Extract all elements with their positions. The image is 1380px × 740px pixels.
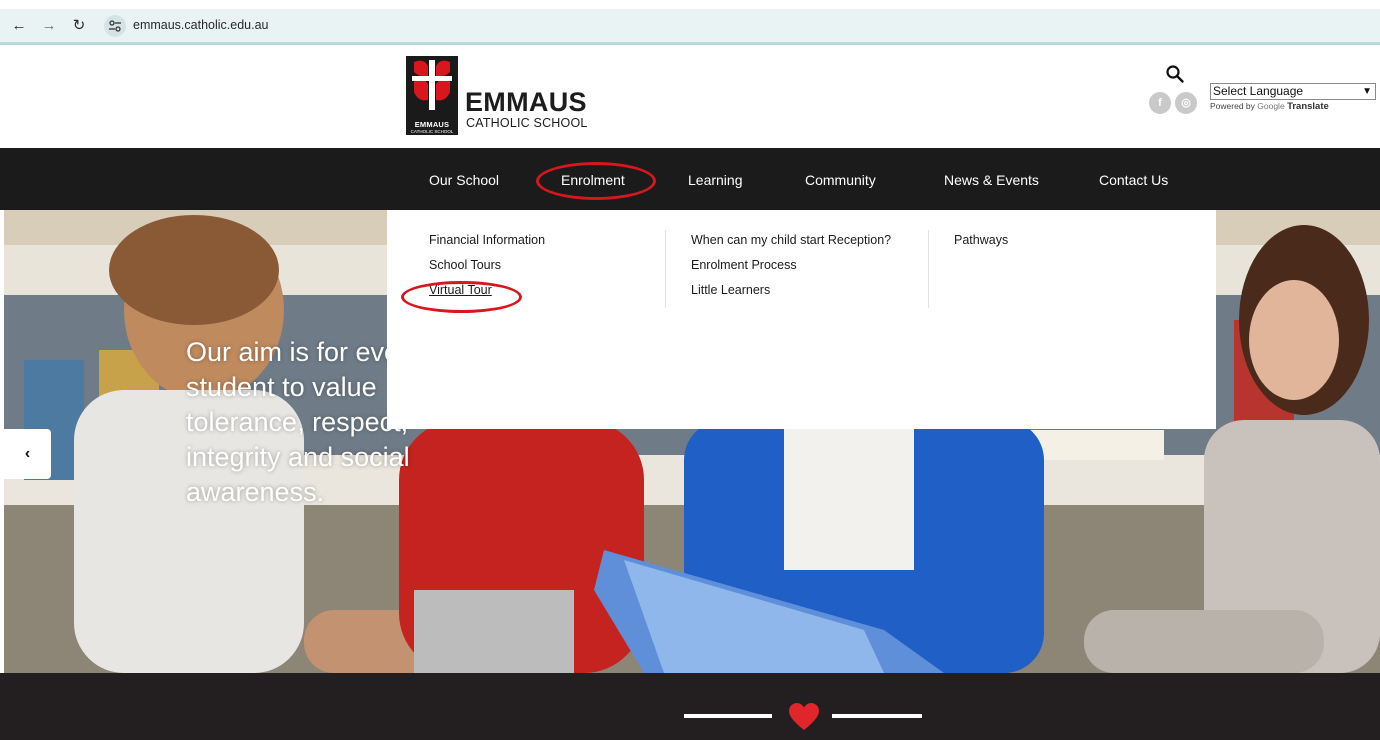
language-select-value: Select Language [1213,84,1304,98]
crest-label: EMMAUS [414,120,450,129]
link-pathways[interactable]: Pathways [954,228,1008,253]
powered-by-google-translate[interactable]: Powered by Google Translate [1210,101,1329,112]
link-little-learners[interactable]: Little Learners [691,278,891,303]
link-financial-information[interactable]: Financial Information [429,228,545,253]
google-wordmark: Google [1257,101,1285,111]
dropdown-column-3: Pathways [954,228,1008,253]
section-divider-band [0,673,1380,740]
nav-community[interactable]: Community [805,172,876,188]
main-navigation: Our School Enrolment Learning Community … [0,148,1380,210]
translate-label: Translate [1287,101,1329,112]
nav-contact-us[interactable]: Contact Us [1099,172,1168,188]
search-icon[interactable] [1165,64,1185,84]
instagram-icon[interactable]: ◎ [1175,92,1197,114]
divider-line-right [832,714,922,718]
reload-icon[interactable]: ↻ [71,17,87,35]
highlight-circle-virtual-tour [401,281,522,313]
forward-arrow-icon[interactable]: → [41,17,57,35]
site-settings-icon[interactable] [104,15,126,37]
school-name[interactable]: EMMAUS [465,87,587,118]
enrolment-dropdown-menu: Financial Information School Tours Virtu… [387,210,1216,429]
link-enrolment-process[interactable]: Enrolment Process [691,253,891,278]
highlight-circle-enrolment [536,162,656,200]
nav-learning[interactable]: Learning [688,172,743,188]
facebook-icon[interactable]: f [1149,92,1171,114]
language-select[interactable]: Select Language ▼ [1210,83,1376,100]
link-school-tours[interactable]: School Tours [429,253,545,278]
school-subtitle: CATHOLIC SCHOOL [466,116,588,130]
dropdown-divider [928,230,929,308]
browser-toolbar: ← → ↻ emmaus.catholic.edu.au [0,0,1380,46]
chevron-down-icon: ▼ [1362,86,1372,97]
powered-by-label: Powered by [1210,101,1255,111]
back-arrow-icon[interactable]: ← [11,17,27,35]
link-reception-start[interactable]: When can my child start Reception? [691,228,891,253]
divider-line-left [684,714,772,718]
crest-cross-icon [412,60,452,110]
url-field[interactable]: emmaus.catholic.edu.au [133,18,269,32]
crest-sublabel: CATHOLIC SCHOOL [410,129,454,134]
school-crest-logo[interactable]: EMMAUS CATHOLIC SCHOOL [406,56,458,135]
nav-news-events[interactable]: News & Events [944,172,1039,188]
nav-our-school[interactable]: Our School [429,172,499,188]
dropdown-column-2: When can my child start Reception? Enrol… [691,228,891,303]
heart-icon [789,703,819,730]
slider-prev-button[interactable]: ‹ [4,429,51,479]
dropdown-divider [665,230,666,308]
site-header: EMMAUS CATHOLIC SCHOOL EMMAUS CATHOLIC S… [0,46,1380,148]
